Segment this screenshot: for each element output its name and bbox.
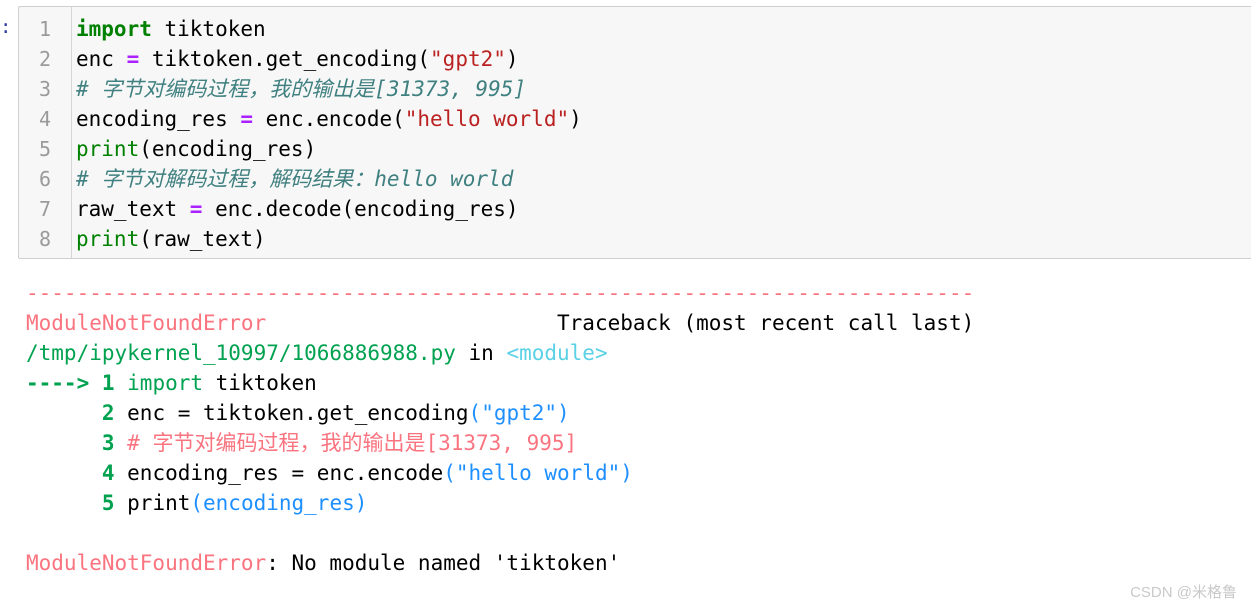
- code-line[interactable]: 6 # 字节对解码过程，解码结果：hello world: [19, 164, 1251, 194]
- traceback-line-marker: [26, 431, 102, 455]
- code-line-1-token-2: tiktoken.get_encoding(: [139, 47, 431, 71]
- code-line-3-token-1: =: [240, 107, 254, 131]
- traceback-line-number: 4: [101, 461, 128, 485]
- code-line[interactable]: 7 raw_text = enc.decode(encoding_res): [19, 194, 1251, 224]
- traceback-line-source: enc = tiktoken.get_encoding("gpt2"): [127, 401, 570, 425]
- line-number: 7: [38, 197, 51, 221]
- traceback-final-error: ModuleNotFoundError: No module named 'ti…: [26, 548, 1251, 578]
- frame-in-keyword: in: [455, 341, 507, 365]
- traceback-header-text: Traceback (most recent call last): [557, 311, 975, 335]
- traceback-line-4-token-1: (encoding_res): [190, 491, 368, 515]
- code-line-3-token-2: enc.encode(: [253, 107, 405, 131]
- traceback-line-marker: [26, 401, 102, 425]
- cell-prompt-marker: :: [0, 16, 11, 38]
- code-input-cell[interactable]: 1 import tiktoken 2 enc = tiktoken.get_enco…: [18, 6, 1251, 259]
- code-line-0-token-1: tiktoken: [151, 17, 266, 41]
- code-line-2-token-0: # 字节对编码过程，我的输出是[31373, 995]: [76, 77, 527, 101]
- traceback-line-number: 3: [101, 431, 128, 455]
- traceback-line-marker: [26, 461, 102, 485]
- line-number: 1: [38, 17, 51, 41]
- csdn-watermark: CSDN @米格鲁: [1130, 584, 1237, 601]
- traceback-code-line: 2 enc = tiktoken.get_encoding("gpt2"): [26, 398, 1251, 428]
- traceback-header-pad: [266, 311, 557, 335]
- code-line-source[interactable]: # 字节对编码过程，我的输出是[31373, 995]: [61, 74, 526, 104]
- code-line-source[interactable]: print(raw_text): [61, 224, 266, 254]
- traceback-line-3-token-1: (: [443, 461, 456, 485]
- code-line-source[interactable]: # 字节对解码过程，解码结果：hello world: [61, 164, 513, 194]
- code-line[interactable]: 3 # 字节对编码过程，我的输出是[31373, 995]: [19, 74, 1251, 104]
- line-number: 8: [38, 227, 51, 251]
- traceback-code-line: 4 encoding_res = enc.encode("hello world…: [26, 458, 1251, 488]
- traceback-line-2-token-0: # 字节对编码过程，我的输出是: [127, 431, 426, 455]
- frame-file-path: /tmp/ipykernel_10997/1066886988.py: [26, 341, 456, 365]
- traceback-line-3-token-3: ): [620, 461, 633, 485]
- line-number: 6: [38, 167, 51, 191]
- traceback-line-source: # 字节对编码过程，我的输出是[31373, 995]: [127, 431, 577, 455]
- traceback-line-source: import tiktoken: [127, 371, 317, 395]
- traceback-line-2-token-1: [31373, 995]: [425, 431, 578, 455]
- code-line[interactable]: 2 enc = tiktoken.get_encoding("gpt2"): [19, 44, 1251, 74]
- code-line-1-token-3: "gpt2": [430, 47, 506, 71]
- traceback-line-3-token-0: encoding_res = enc.encode: [127, 461, 444, 485]
- code-line-4-token-1: (encoding_res): [139, 137, 317, 161]
- traceback-line-3-token-2: "hello world": [455, 461, 621, 485]
- traceback-line-marker: [26, 491, 102, 515]
- traceback-line-1-token-2: "gpt2": [481, 401, 558, 425]
- traceback-line-source: encoding_res = enc.encode("hello world"): [127, 461, 633, 485]
- traceback-line-1-token-3: ): [557, 401, 570, 425]
- code-line[interactable]: 4 encoding_res = enc.encode("hello world"…: [19, 104, 1251, 134]
- code-line-7-token-0: print: [76, 227, 140, 251]
- traceback-line-number: 2: [101, 401, 128, 425]
- code-line-5-token-0: # 字节对解码过程，解码结果：hello world: [76, 167, 514, 191]
- error-output-traceback: ----------------------------------------…: [26, 278, 1251, 578]
- code-line[interactable]: 1 import tiktoken: [19, 14, 1251, 44]
- code-line[interactable]: 5 print(encoding_res): [19, 134, 1251, 164]
- final-error-message: : No module named 'tiktoken': [266, 551, 621, 575]
- traceback-line-number: 1: [101, 371, 128, 395]
- traceback-code-line: ----> 1 import tiktoken: [26, 368, 1251, 398]
- traceback-line-1-token-1: (: [468, 401, 482, 425]
- line-number: 2: [38, 47, 51, 71]
- code-line-source[interactable]: enc = tiktoken.get_encoding("gpt2"): [61, 44, 519, 74]
- code-line-source[interactable]: print(encoding_res): [61, 134, 316, 164]
- traceback-line-4-token-0: print: [127, 491, 191, 515]
- code-line-6-token-0: raw_text: [76, 197, 190, 221]
- code-line-7-token-1: (raw_text): [139, 227, 266, 251]
- frame-scope-name: <module>: [506, 341, 608, 365]
- code-line-6-token-1: =: [189, 197, 203, 221]
- code-line-source[interactable]: encoding_res = enc.encode("hello world"): [61, 104, 582, 134]
- line-number: 3: [38, 77, 51, 101]
- traceback-line-source: print(encoding_res): [127, 491, 367, 515]
- code-line-source[interactable]: import tiktoken: [61, 14, 266, 44]
- traceback-line-marker: ---->: [26, 371, 102, 395]
- code-line[interactable]: 8 print(raw_text): [19, 224, 1251, 254]
- code-line-3-token-4: ): [569, 107, 582, 131]
- code-line-4-token-0: print: [76, 137, 140, 161]
- code-line-6-token-2: enc.decode(encoding_res): [202, 197, 519, 221]
- traceback-line-0-token-0: import: [127, 371, 204, 395]
- traceback-line-1-token-0: enc = tiktoken.get_encoding: [127, 401, 469, 425]
- code-line-1-token-0: enc: [76, 47, 127, 71]
- traceback-code-line: 5 print(encoding_res): [26, 488, 1251, 518]
- traceback-frame-location: /tmp/ipykernel_10997/1066886988.py in <m…: [26, 338, 1251, 368]
- final-error-name: ModuleNotFoundError: [26, 551, 267, 575]
- traceback-line-0-token-1: tiktoken: [203, 371, 317, 395]
- code-line-source[interactable]: raw_text = enc.decode(encoding_res): [61, 194, 519, 224]
- line-number: 4: [38, 107, 51, 131]
- traceback-code-line: 3 # 字节对编码过程，我的输出是[31373, 995]: [26, 428, 1251, 458]
- code-line-1-token-1: =: [126, 47, 140, 71]
- traceback-separator-text: ----------------------------------------…: [26, 281, 975, 305]
- line-number: 5: [38, 137, 51, 161]
- code-editor-lines[interactable]: 1 import tiktoken 2 enc = tiktoken.get_enco…: [19, 14, 1251, 254]
- code-line-3-token-0: encoding_res: [76, 107, 241, 131]
- traceback-spacer: [26, 518, 1251, 548]
- traceback-header-row: ModuleNotFoundError Traceback (most rece…: [26, 308, 1251, 338]
- exception-name: ModuleNotFoundError: [26, 311, 267, 335]
- code-line-1-token-4: ): [505, 47, 519, 71]
- traceback-separator: ----------------------------------------…: [26, 278, 1251, 308]
- code-line-0-token-0: import: [76, 17, 152, 41]
- traceback-line-number: 5: [101, 491, 128, 515]
- code-line-3-token-3: "hello world": [404, 107, 570, 131]
